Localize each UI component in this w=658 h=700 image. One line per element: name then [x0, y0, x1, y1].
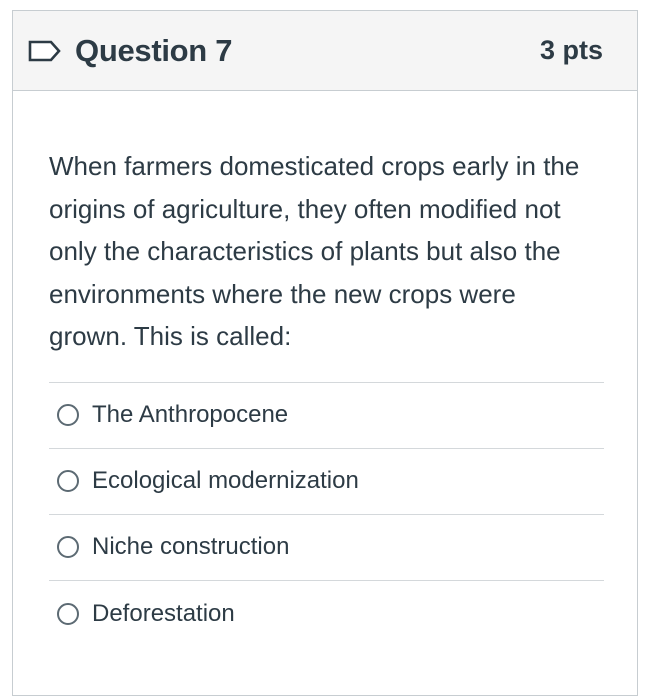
radio-button[interactable] — [57, 470, 79, 492]
flag-icon[interactable] — [27, 39, 63, 63]
question-title: Question 7 — [75, 32, 233, 68]
question-card: Question 7 3 pts When farmers domesticat… — [12, 10, 638, 696]
question-header-left: Question 7 — [27, 32, 233, 69]
answer-option[interactable]: Niche construction — [49, 515, 604, 581]
radio-button[interactable] — [57, 602, 79, 625]
question-body: When farmers domesticated crops early in… — [13, 91, 637, 647]
radio-button[interactable] — [57, 536, 79, 558]
answer-label[interactable]: The Anthropocene — [92, 401, 288, 429]
answer-option[interactable]: Ecological modernization — [49, 449, 604, 515]
answer-option[interactable]: Deforestation — [49, 581, 604, 647]
answer-label[interactable]: Deforestation — [92, 600, 235, 628]
question-header: Question 7 3 pts — [13, 11, 637, 91]
answer-label[interactable]: Niche construction — [92, 533, 289, 561]
question-points: 3 pts — [539, 35, 603, 65]
radio-button[interactable] — [57, 404, 79, 426]
question-text: When farmers domesticated crops early in… — [49, 151, 580, 351]
answer-list: The Anthropocene Ecological modernizatio… — [49, 381, 604, 647]
answer-label[interactable]: Ecological modernization — [92, 467, 359, 495]
answer-option[interactable]: The Anthropocene — [49, 383, 604, 449]
